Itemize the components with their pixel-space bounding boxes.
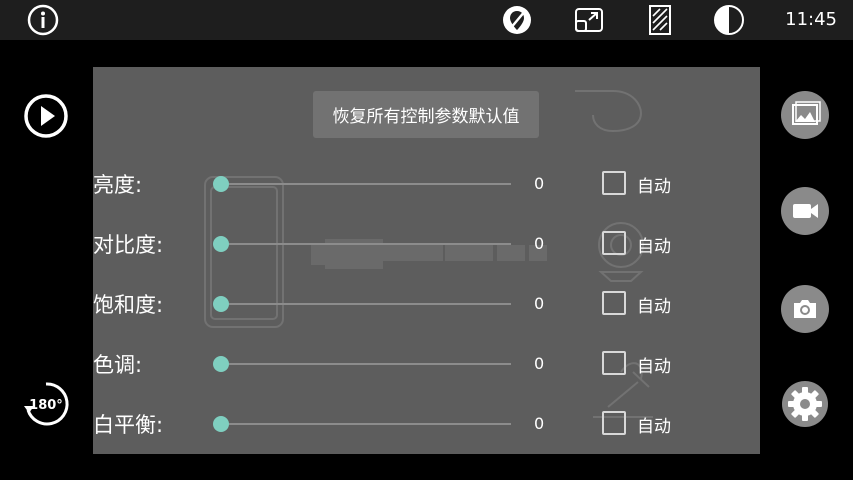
settings-icon	[782, 381, 828, 427]
contrast-icon[interactable]	[713, 4, 745, 36]
contrast-slider-thumb[interactable]	[213, 236, 229, 252]
rotate-180-button[interactable]: 180°	[22, 380, 70, 428]
white-balance-auto-label: 自动	[637, 417, 671, 437]
reset-defaults-button[interactable]: 恢复所有控制参数默认值	[313, 91, 539, 138]
contrast-auto-label: 自动	[637, 237, 671, 257]
white-balance-label: 白平衡:	[93, 413, 164, 437]
contrast-label: 对比度:	[93, 233, 164, 257]
brightness-auto-checkbox[interactable]	[602, 171, 626, 195]
brightness-auto-label: 自动	[637, 177, 671, 197]
white-balance-slider-track[interactable]	[221, 423, 511, 425]
hue-row: 色调: 0 自动	[93, 343, 760, 383]
hue-label: 色调:	[93, 353, 143, 377]
brightness-slider-thumb[interactable]	[213, 176, 229, 192]
white-balance-slider-thumb[interactable]	[213, 416, 229, 432]
hue-auto-label: 自动	[637, 357, 671, 377]
saturation-row: 饱和度: 0 自动	[93, 283, 760, 323]
saturation-value: 0	[534, 294, 545, 313]
saturation-label: 饱和度:	[93, 293, 164, 317]
camera-settings-panel: 恢复所有控制参数默认值 亮度: 0 自动 对比度: 0 自动 饱和度: 0 自动…	[93, 67, 760, 454]
screen-pattern-icon[interactable]	[644, 4, 676, 36]
take-photo-button[interactable]	[781, 285, 829, 333]
contrast-auto-checkbox[interactable]	[602, 231, 626, 255]
status-bar: 11:45	[0, 0, 853, 40]
saturation-slider-thumb[interactable]	[213, 296, 229, 312]
contrast-value: 0	[534, 234, 545, 253]
hue-slider-track[interactable]	[221, 363, 511, 365]
rotate-label: 180°	[29, 398, 63, 413]
record-video-button[interactable]	[781, 187, 829, 235]
white-balance-row: 白平衡: 0 自动	[93, 403, 760, 443]
no-location-icon[interactable]	[501, 4, 533, 36]
brightness-label: 亮度:	[93, 173, 143, 197]
camera-icon	[794, 300, 816, 318]
saturation-auto-label: 自动	[637, 297, 671, 317]
saturation-slider-track[interactable]	[221, 303, 511, 305]
white-balance-value: 0	[534, 414, 545, 433]
settings-button[interactable]	[781, 380, 829, 428]
brightness-slider-track[interactable]	[221, 183, 511, 185]
play-icon	[41, 106, 55, 126]
saturation-auto-checkbox[interactable]	[602, 291, 626, 315]
info-icon[interactable]	[27, 4, 59, 36]
hue-value: 0	[534, 354, 545, 373]
clock: 11:45	[785, 9, 837, 30]
hue-auto-checkbox[interactable]	[602, 351, 626, 375]
contrast-slider-track[interactable]	[221, 243, 511, 245]
video-camera-icon	[793, 204, 818, 218]
gallery-button[interactable]	[781, 91, 829, 139]
gallery-icon	[792, 101, 821, 125]
hue-slider-thumb[interactable]	[213, 356, 229, 372]
brightness-value: 0	[534, 174, 545, 193]
endoscope-cable-icon	[575, 90, 643, 133]
brightness-row: 亮度: 0 自动	[93, 163, 760, 203]
contrast-row: 对比度: 0 自动	[93, 223, 760, 263]
play-button[interactable]	[23, 93, 69, 139]
resize-window-icon[interactable]	[573, 4, 605, 36]
white-balance-auto-checkbox[interactable]	[602, 411, 626, 435]
